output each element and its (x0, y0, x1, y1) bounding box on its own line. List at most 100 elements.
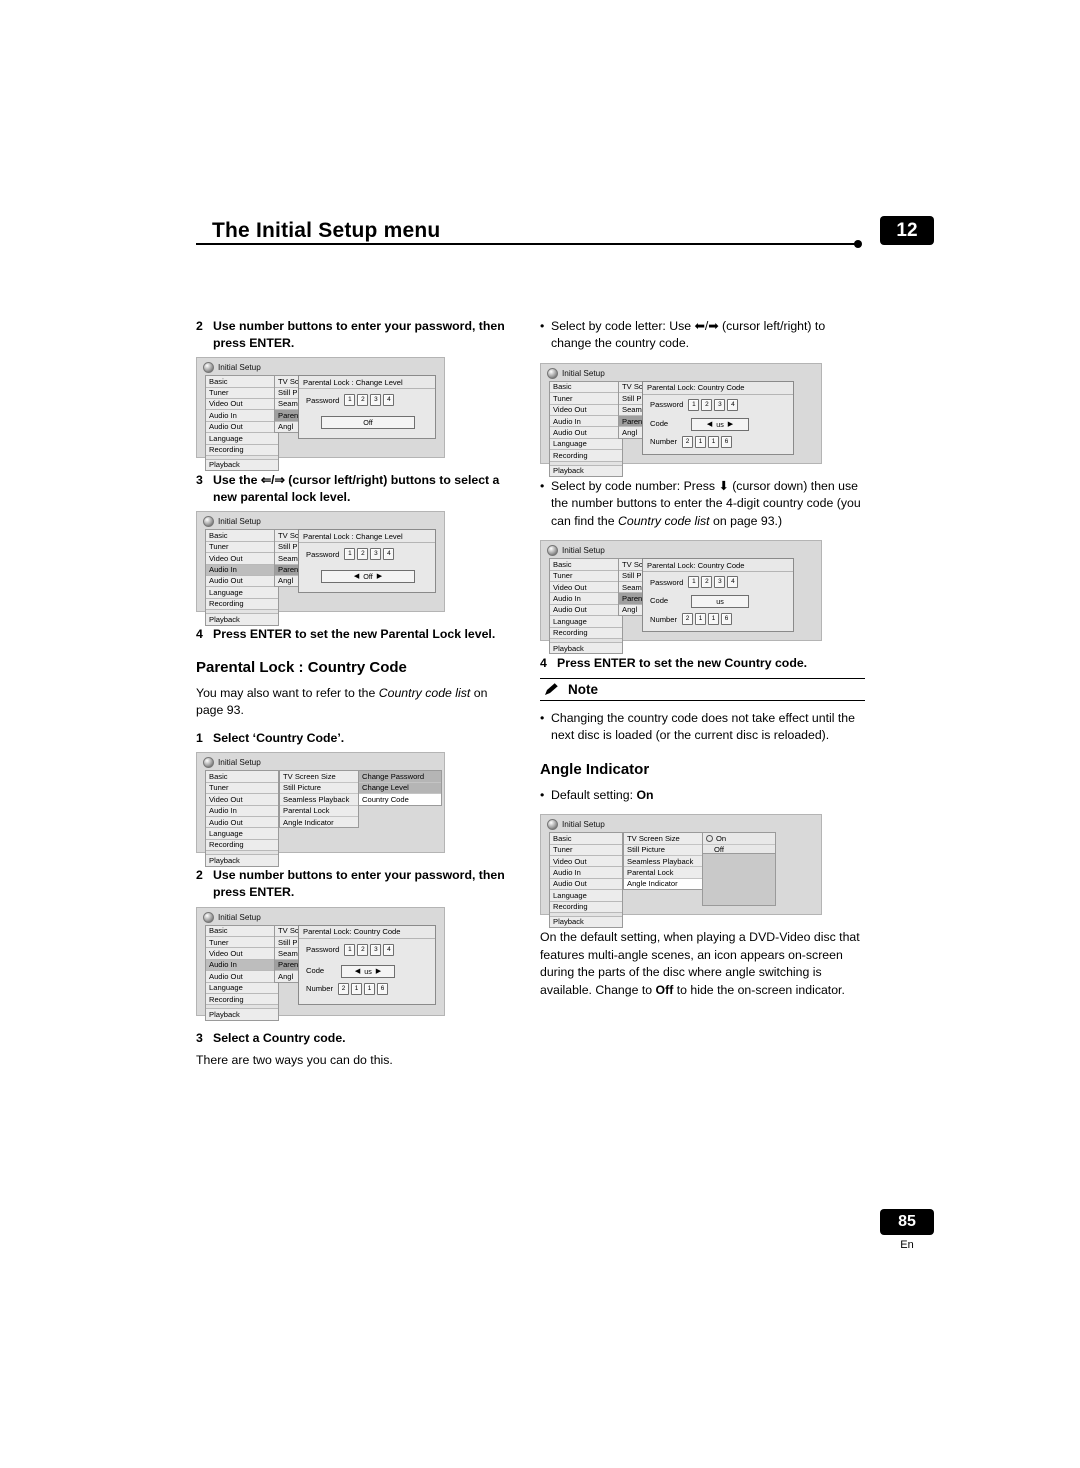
disc-logo-icon (203, 516, 214, 528)
digit: 4 (383, 943, 395, 956)
menu-item: Playback (206, 458, 278, 471)
menu-item: TV Screen Size (624, 833, 702, 845)
osd-third-menu: Change Password Change Level Country Cod… (358, 770, 442, 806)
menu-item: Change Password (359, 771, 441, 783)
manual-page: The Initial Setup menu 12 2 Use number b… (0, 0, 1080, 1468)
menu-item: Change Level (359, 783, 441, 795)
osd-title-text: Initial Setup (562, 368, 605, 378)
digit: 3 (370, 548, 382, 561)
menu-item: TV Screen Size (280, 771, 358, 783)
digit: 2 (682, 613, 694, 626)
note-bullet-country-code: • Changing the country code does not tak… (540, 710, 865, 745)
menu-item: Still Picture (280, 783, 358, 795)
menu-item: Video Out (206, 553, 278, 565)
code-value-box: ◀ us ▶ (341, 964, 395, 978)
osd-main-menu: Basic Tuner Video Out Audio In Audio Out… (549, 832, 623, 929)
menu-item: Recording (550, 627, 622, 639)
angle-desc-b: to hide the on-screen indicator. (673, 982, 845, 997)
password-label: Password (306, 395, 340, 405)
digit: 3 (714, 576, 726, 589)
menu-item: Language (550, 616, 622, 628)
step-2-enter-password-country: 2 Use number buttons to enter your passw… (196, 867, 516, 900)
digit: 2 (338, 982, 350, 995)
menu-item: Audio Out (550, 604, 622, 617)
country-code-list-ref: Country code list (378, 685, 471, 700)
code-value: us (364, 966, 372, 976)
menu-item: Audio In (206, 959, 278, 972)
digit: 2 (701, 576, 713, 589)
digit: 4 (383, 394, 395, 407)
digit: 1 (708, 435, 720, 448)
note-label: Note (568, 681, 598, 697)
digit: 1 (344, 943, 356, 956)
menu-item: Audio Out (550, 427, 622, 439)
menu-item: Language (206, 828, 278, 840)
step-number: 4 (196, 627, 203, 642)
menu-item: Playback (550, 464, 622, 477)
menu-item: Language (206, 587, 278, 599)
menu-item: Parental Lock (624, 867, 702, 879)
number-label: Number (650, 437, 678, 447)
menu-item: Audio Out (206, 817, 278, 829)
digit: 4 (727, 576, 739, 589)
section-heading-country-code: Parental Lock : Country Code (196, 658, 407, 676)
digit: 1 (344, 394, 356, 407)
bullet-text-a: Select by code letter: Use (551, 319, 695, 333)
digit: 2 (357, 943, 369, 956)
osd-sub-menu: TV Screen Size Still Picture Seamless Pl… (279, 770, 359, 829)
menu-item-selected: Country Code (359, 794, 441, 805)
disc-logo-icon (203, 911, 214, 923)
step-text: Press ENTER to set the new Country code. (557, 656, 808, 671)
menu-item: Recording (550, 450, 622, 462)
step-text: Use number buttons to enter your passwor… (213, 868, 505, 900)
menu-item: Tuner (206, 541, 278, 554)
digit: 2 (357, 548, 369, 561)
page-number-tab: 85 (880, 1209, 934, 1235)
osd-figure-change-level-arrows: Initial Setup Basic Tuner Video Out Audi… (196, 511, 445, 626)
menu-item-selected: Angle Indicator (624, 878, 702, 890)
osd-window-title: Initial Setup (203, 911, 261, 923)
digit: 1 (344, 548, 356, 561)
osd-figure-country-code-password: Initial Setup Basic Tuner Video Out Audi… (196, 906, 445, 1021)
step-number: 2 (196, 868, 203, 883)
number-digits: 2 1 1 6 (682, 435, 733, 448)
osd-main-menu: Basic Tuner Video Out Audio In Audio Out… (205, 529, 279, 626)
menu-item: Video Out (206, 948, 278, 960)
osd-title-text: Initial Setup (218, 363, 261, 373)
menu-item: Basic (206, 376, 278, 388)
menu-item: Video Out (550, 582, 622, 594)
menu-item: Recording (206, 598, 278, 611)
password-digits: 1 2 3 4 (688, 398, 739, 411)
country-code-list-ref: Country code list (618, 513, 710, 528)
note-bullet-text: Changing the country code does not take … (551, 710, 855, 743)
step-number: 3 (196, 473, 203, 488)
osd-figure-angle-indicator: Initial Setup Basic Tuner Video Out Audi… (540, 814, 822, 929)
pencil-note-icon (544, 682, 561, 697)
digit: 6 (721, 435, 733, 448)
menu-item: Basic (206, 925, 278, 938)
osd-preview-area (702, 853, 776, 907)
password-digits: 1 2 3 4 (688, 576, 739, 589)
chapter-number-tab: 12 (880, 216, 934, 245)
number-digits: 2 1 1 6 (682, 613, 733, 626)
cursor-left-right-icon: ⬅/➡ (694, 319, 719, 333)
osd-main-menu: Basic Tuner Video Out Audio In Audio Out… (205, 375, 279, 472)
two-ways-text: There are two ways you can do this. (196, 1053, 393, 1068)
osd-title-text: Initial Setup (218, 912, 261, 922)
digit: 2 (682, 435, 694, 448)
menu-item: Recording (206, 994, 278, 1006)
menu-item: Audio In (550, 593, 622, 605)
menu-item: Video Out (550, 856, 622, 868)
osd-window-title: Initial Setup (203, 757, 261, 769)
menu-item: Tuner (550, 393, 622, 405)
menu-item: Tuner (206, 937, 278, 949)
menu-item: Seamless Playback (280, 794, 358, 806)
menu-item: Audio In (550, 867, 622, 879)
digit: 6 (721, 613, 733, 626)
disc-logo-icon (203, 757, 214, 769)
code-label: Code (650, 596, 669, 606)
osd-dialog-country-code: Parental Lock: Country Code Password 1 2… (298, 924, 436, 1005)
digit: 4 (383, 548, 395, 561)
digit: 1 (695, 613, 707, 626)
digit: 1 (695, 435, 707, 448)
